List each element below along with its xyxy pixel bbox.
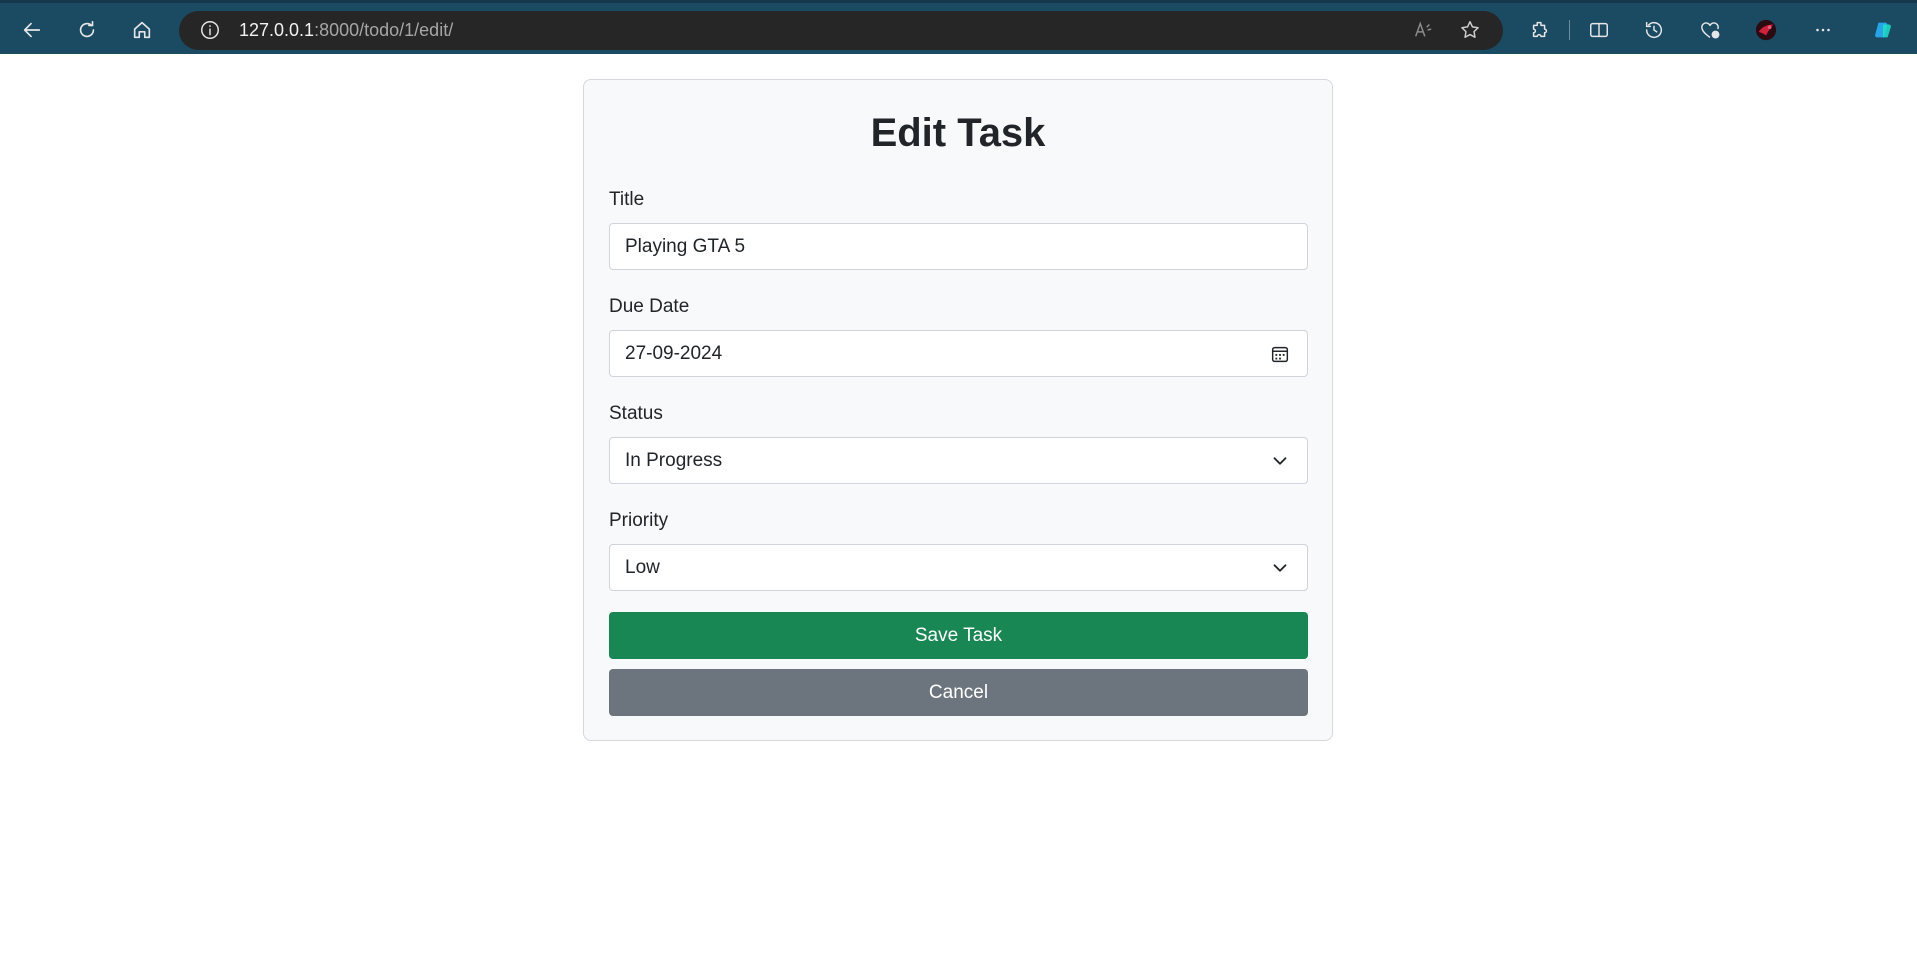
due-date-label: Due Date [609, 296, 690, 317]
page-title: Edit Task [870, 111, 1046, 155]
status-selected-value: In Progress [625, 449, 723, 471]
title-input-value: Playing GTA 5 [625, 235, 746, 257]
home-button[interactable] [125, 13, 159, 47]
read-aloud-icon[interactable] [1412, 19, 1434, 41]
extensions-button[interactable] [1523, 13, 1557, 47]
url-path: :8000/todo/1/edit/ [314, 20, 454, 40]
due-date-input[interactable]: 27-09-2024 [609, 330, 1308, 377]
copilot-icon [1875, 22, 1891, 38]
priority-selected-value: Low [625, 556, 660, 578]
history-icon [1645, 21, 1663, 39]
browser-toolbar: 127.0.0.1:8000/todo/1/edit/ [0, 0, 1917, 54]
profile-button[interactable] [1749, 13, 1783, 47]
chevron-down-icon [1273, 564, 1287, 572]
cancel-button[interactable]: Cancel [609, 669, 1308, 716]
priority-select[interactable]: Low [609, 544, 1308, 591]
back-button[interactable] [15, 13, 49, 47]
back-arrow-icon [23, 22, 41, 38]
toolbar-separator [1569, 20, 1570, 40]
refresh-button[interactable] [70, 13, 104, 47]
address-bar[interactable]: 127.0.0.1:8000/todo/1/edit/ [179, 11, 1503, 50]
status-label: Status [609, 403, 663, 424]
split-screen-icon [1590, 22, 1608, 38]
calendar-icon[interactable] [1269, 343, 1291, 365]
url-host: 127.0.0.1 [239, 20, 315, 40]
due-date-value: 27-09-2024 [625, 342, 723, 364]
history-button[interactable] [1637, 13, 1671, 47]
profile-avatar-icon [1755, 19, 1777, 41]
title-label: Title [609, 189, 645, 210]
split-screen-button[interactable] [1582, 13, 1616, 47]
edit-task-card: Edit Task Title Playing GTA 5 Due Date 2… [583, 79, 1333, 741]
copilot-button[interactable] [1866, 13, 1900, 47]
more-menu-button[interactable] [1806, 13, 1840, 47]
heart-pulse-icon [1701, 22, 1720, 39]
puzzle-icon [1532, 21, 1548, 38]
favorite-star-icon[interactable] [1459, 19, 1481, 41]
more-dots-icon [1816, 28, 1830, 32]
browser-essentials-button[interactable] [1693, 13, 1727, 47]
refresh-icon [79, 20, 95, 38]
priority-label: Priority [609, 510, 669, 531]
site-info-icon[interactable] [199, 19, 221, 41]
title-input[interactable]: Playing GTA 5 [609, 223, 1308, 270]
save-task-button[interactable]: Save Task [609, 612, 1308, 659]
home-icon [133, 21, 151, 39]
url-text[interactable]: 127.0.0.1:8000/todo/1/edit/ [239, 20, 453, 41]
status-select[interactable]: In Progress [609, 437, 1308, 484]
chevron-down-icon [1273, 457, 1287, 465]
